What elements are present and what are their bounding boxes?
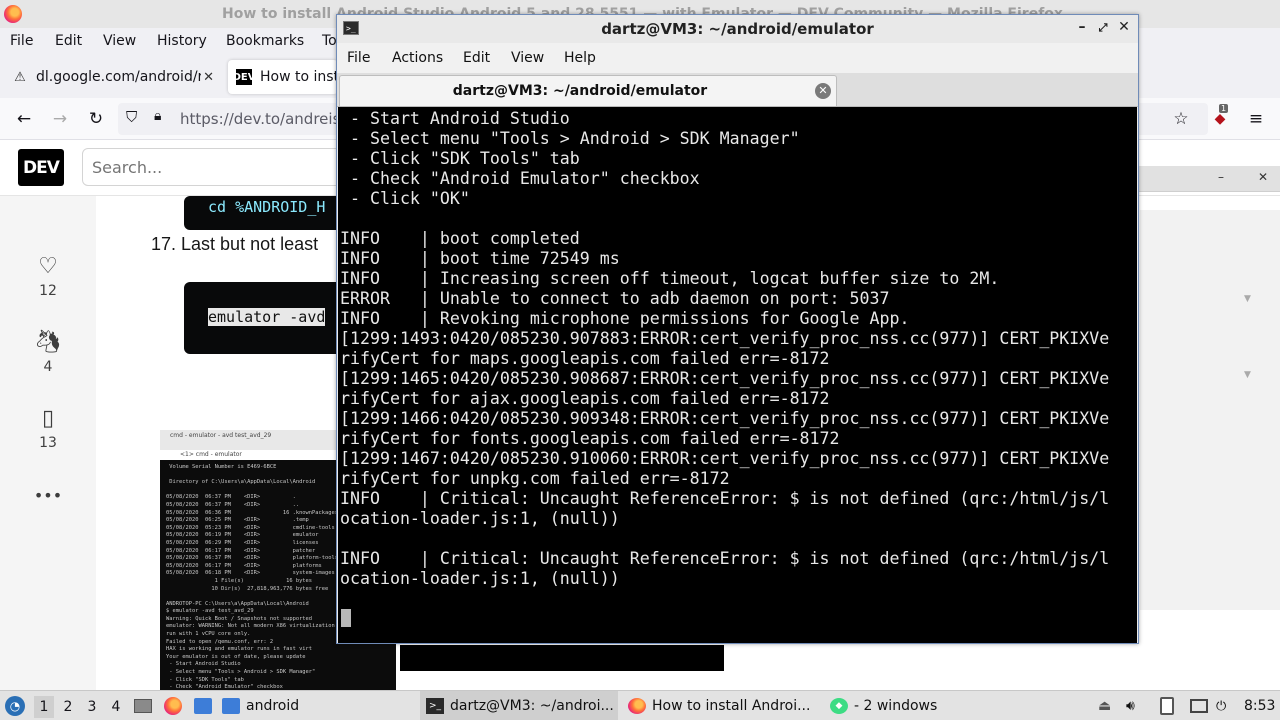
chevron-down-icon[interactable]: ▼	[1244, 370, 1251, 380]
android-studio-icon: ◆	[830, 698, 848, 714]
folder-icon	[222, 698, 240, 714]
workspace-2[interactable]: 2	[58, 696, 78, 718]
terminal-titlebar: >_ dartz@VM3: ~/android/emulator – ⤢ ✕	[337, 15, 1138, 43]
dark-overlay-strip	[400, 645, 724, 671]
terminal-icon: >_	[426, 698, 444, 714]
step-17-text: 17. Last but not least	[151, 234, 319, 254]
reaction-count: 13	[39, 435, 57, 451]
reaction-bookmark[interactable]: ▯ 13	[30, 406, 66, 451]
bookmark-star-icon[interactable]: ☆	[1169, 107, 1193, 131]
tab-devto-article[interactable]: DEV How to insta	[228, 60, 338, 94]
code-text: cd %ANDROID_H	[208, 198, 326, 216]
task-label: android	[246, 698, 300, 714]
firefox-icon	[628, 698, 646, 714]
terminal-tabbar: dartz@VM3: ~/android/emulator ✕	[337, 73, 1138, 107]
reaction-unicorn[interactable]: 🦄︎ 4	[30, 330, 66, 375]
terminal-menubar: File Actions Edit View Help	[337, 43, 1138, 73]
eject-icon[interactable]: ⏏	[1098, 691, 1118, 720]
menu-file[interactable]: File	[347, 50, 370, 66]
start-menu-icon[interactable]: ◔	[5, 691, 27, 720]
url-text[interactable]: https://dev.to/andreisf	[180, 110, 346, 128]
menu-file[interactable]: File	[10, 33, 33, 49]
code-text[interactable]: emulator -avd	[208, 308, 326, 326]
menu-view[interactable]: View	[103, 33, 136, 49]
shield-icon[interactable]: ⛉	[126, 108, 137, 126]
hamburger-menu-icon[interactable]: ≡	[1244, 107, 1268, 131]
firefox-launcher-icon[interactable]	[164, 691, 186, 720]
menu-help[interactable]: Help	[564, 50, 596, 66]
tab-label: dl.google.com/android/re	[36, 69, 202, 85]
dev-logo[interactable]: DEV	[18, 149, 64, 186]
forward-arrow-icon[interactable]: →	[48, 107, 72, 131]
more-options-icon[interactable]: •••	[30, 486, 66, 505]
workspace-4[interactable]: 4	[106, 696, 126, 718]
menu-edit[interactable]: Edit	[463, 50, 490, 66]
tab-google-download[interactable]: ⚠ dl.google.com/android/re ✕	[4, 60, 222, 94]
firefox-logo-icon	[4, 5, 22, 23]
terminal-output[interactable]: - Start Android Studio - Select menu "To…	[338, 107, 1137, 643]
extension-badge: 1	[1219, 104, 1229, 113]
power-icon[interactable]: ⏻	[1216, 691, 1232, 720]
workspace-1[interactable]: 1	[34, 696, 54, 718]
reaction-count: 4	[43, 359, 53, 375]
file-manager-launcher-icon[interactable]	[194, 691, 216, 720]
show-desktop-icon[interactable]	[134, 691, 156, 720]
clipboard-icon[interactable]	[1160, 691, 1180, 720]
clock[interactable]: 8:53	[1244, 691, 1280, 720]
reaction-count: 12	[39, 283, 57, 299]
bookmark-icon[interactable]: ▯	[30, 406, 66, 431]
terminal-text: - Start Android Studio - Select menu "To…	[340, 109, 1110, 588]
lock-icon[interactable]: 🔒︎	[154, 108, 161, 124]
task-label: dartz@VM3: ~/androi...	[450, 698, 614, 714]
minimize-icon[interactable]: –	[1073, 19, 1091, 35]
network-icon[interactable]	[1190, 691, 1210, 720]
menu-history[interactable]: History	[157, 33, 207, 49]
overlay-panel-bar: – ✕	[1138, 166, 1280, 192]
menu-view[interactable]: View	[511, 50, 544, 66]
back-arrow-icon[interactable]: ←	[12, 107, 36, 131]
reaction-heart[interactable]: ♡ 12	[30, 254, 66, 299]
unicorn-icon[interactable]: 🦄︎	[30, 330, 66, 355]
taskbar-folder-android[interactable]: android	[222, 691, 412, 720]
heart-icon[interactable]: ♡	[30, 254, 66, 279]
terminal-tab-label: dartz@VM3: ~/android/emulator	[452, 83, 708, 99]
tab-label: How to insta	[260, 69, 338, 85]
menu-edit[interactable]: Edit	[55, 33, 82, 49]
taskbar-task-android-studio[interactable]: ◆ - 2 windows	[826, 691, 976, 720]
terminal-cursor	[341, 609, 351, 627]
menu-bookmarks[interactable]: Bookmarks	[226, 33, 304, 49]
task-label: - 2 windows	[854, 698, 938, 714]
taskbar: ◔ 1 2 3 4 android >_ dartz@VM3: ~/androi…	[0, 690, 1280, 720]
minimize-icon[interactable]: –	[1218, 170, 1224, 184]
task-label: How to install Androi...	[652, 698, 811, 714]
reaction-sidebar: ♡ 12 🦄︎ 4 ▯ 13 •••	[0, 196, 96, 690]
menu-actions[interactable]: Actions	[392, 50, 443, 66]
workspace-3[interactable]: 3	[82, 696, 102, 718]
terminal-window-title: dartz@VM3: ~/android/emulator	[601, 20, 874, 38]
dev-favicon: DEV	[233, 69, 255, 85]
chevron-down-icon[interactable]: ▼	[1244, 294, 1251, 304]
reload-icon[interactable]: ↻	[84, 107, 108, 131]
volume-icon[interactable]: 🔊︎	[1126, 691, 1146, 720]
terminal-tab[interactable]: dartz@VM3: ~/android/emulator ✕	[339, 75, 837, 106]
taskbar-task-terminal[interactable]: >_ dartz@VM3: ~/androi...	[420, 691, 618, 720]
terminal-window: >_ dartz@VM3: ~/android/emulator – ⤢ ✕ F…	[336, 14, 1139, 644]
menu-tools[interactable]: To	[322, 33, 337, 49]
maximize-icon[interactable]: ⤢	[1094, 21, 1112, 35]
warning-icon: ⚠	[14, 69, 26, 85]
taskbar-task-firefox[interactable]: How to install Androi...	[624, 691, 820, 720]
right-sidebar-card: ▼ ▼	[1140, 210, 1280, 610]
close-icon[interactable]: ✕	[1115, 19, 1133, 35]
tab-close-icon[interactable]: ✕	[203, 70, 214, 85]
close-icon[interactable]: ✕	[1258, 170, 1268, 184]
tab-close-icon[interactable]: ✕	[815, 83, 831, 99]
